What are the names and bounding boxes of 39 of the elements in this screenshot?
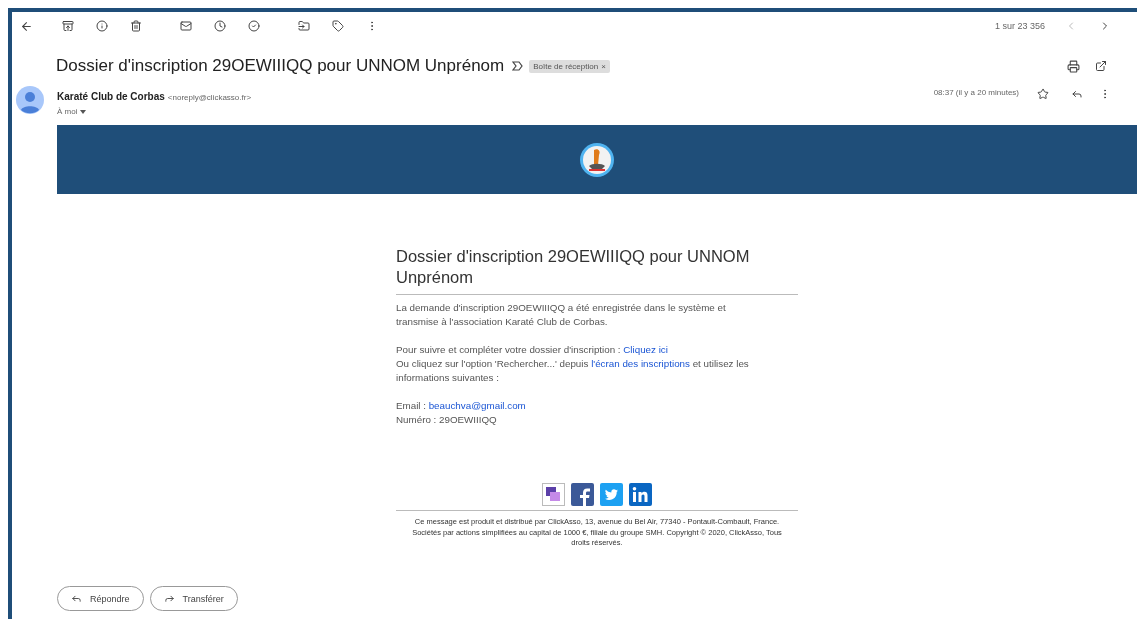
- importance-icon[interactable]: [512, 61, 524, 71]
- mail-icon[interactable]: [178, 18, 194, 34]
- message-title: Dossier d'inscription 29OEWIIIQQ pour UNNOM Unprénom: [396, 246, 798, 295]
- recipient-dropdown[interactable]: À moi: [57, 107, 252, 116]
- email-time: 08:37 (il y a 20 minutes): [933, 88, 1019, 97]
- clock-icon[interactable]: [212, 18, 228, 34]
- folder-icon[interactable]: [296, 18, 312, 34]
- external-link-icon[interactable]: [1093, 58, 1109, 74]
- message-paragraph: Numéro : 29OEWIIIQQ: [396, 413, 498, 427]
- sender-address: <noreply@clickasso.fr>: [167, 93, 252, 102]
- forward-icon: [163, 593, 175, 604]
- pagination-text: 1 sur 23 356: [994, 21, 1045, 31]
- report-icon[interactable]: [94, 18, 110, 34]
- message-link[interactable]: l'écran des inscriptions: [591, 358, 690, 369]
- tag-icon[interactable]: [330, 18, 346, 34]
- message-link[interactable]: beauchva@gmail.com: [428, 400, 526, 411]
- chat-bubbles-icon[interactable]: [542, 483, 565, 506]
- trash-icon[interactable]: [128, 18, 144, 34]
- facebook-icon[interactable]: [571, 483, 594, 506]
- star-icon[interactable]: [1035, 86, 1051, 102]
- print-icon[interactable]: [1065, 58, 1081, 74]
- bird-icon[interactable]: [600, 483, 623, 506]
- email-subject: Dossier d'inscription 29OEWIIIQQ pour UNNOM Unprénom: [56, 56, 505, 76]
- message-link[interactable]: Cliquez ici: [623, 344, 668, 355]
- inbox-label[interactable]: Boîte de réception ×: [529, 59, 610, 73]
- reply-button[interactable]: Répondre: [57, 586, 144, 611]
- reply-icon: [71, 593, 82, 604]
- linkedin-icon[interactable]: [629, 483, 652, 506]
- sender-name: Karaté Club de Corbas: [57, 91, 165, 102]
- message-paragraph: Email : beauchva@gmail.com: [396, 399, 527, 413]
- caret-icon[interactable]: [80, 109, 87, 114]
- archive-icon[interactable]: [60, 18, 76, 34]
- message-paragraph: La demande d'inscription 29OEWIIIQQ a été enregistrée dans le système et transmise à l'association Karaté Club de Corbas.: [396, 301, 727, 329]
- avatar-icon: [16, 86, 44, 114]
- message-paragraph: Ou cliquez sur l'option 'Rechercher...' depuis l'écran des inscriptions et utilisez les informations suivantes :: [396, 357, 750, 385]
- message-paragraph: Pour suivre et compléter votre dossier d'inscription : Cliquez ici: [396, 343, 669, 357]
- check-circle-icon[interactable]: [246, 18, 262, 34]
- forward-button[interactable]: Transférer: [149, 586, 238, 611]
- club-logo: [579, 141, 615, 178]
